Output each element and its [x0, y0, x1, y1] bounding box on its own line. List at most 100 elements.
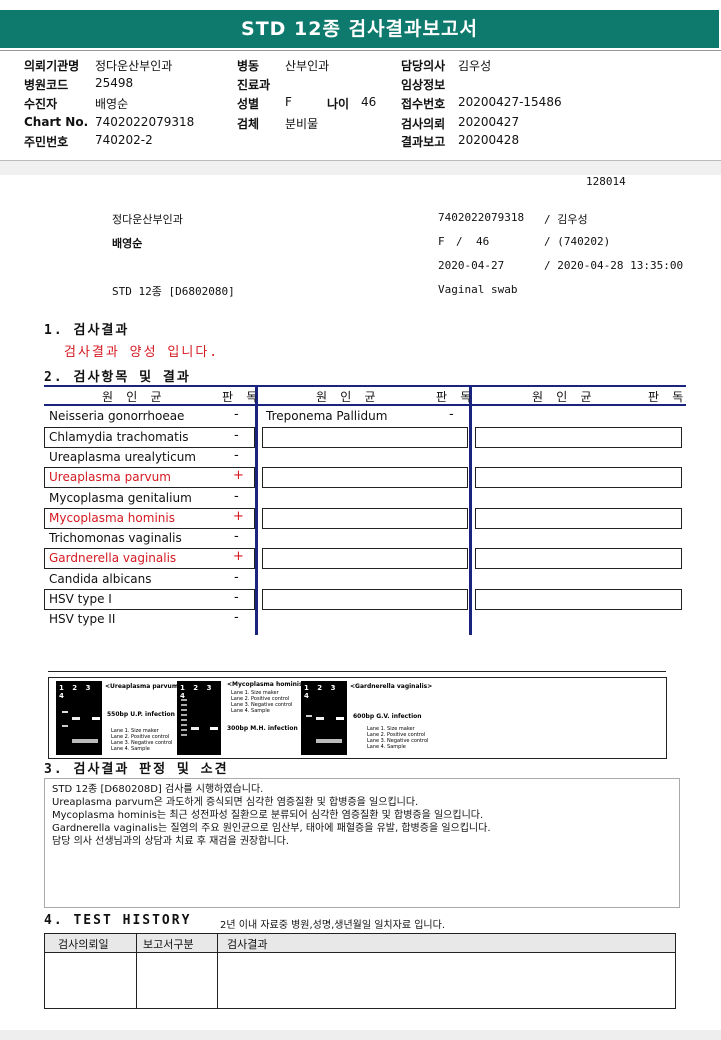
- section2-title: 2. 검사항목 및 결과: [44, 370, 191, 385]
- label-ward: 병동: [237, 59, 260, 73]
- report-title: STD 12종 검사결과보고서: [0, 10, 719, 48]
- table-top-rule: [44, 385, 686, 387]
- right-box-9: [475, 589, 682, 610]
- history-table: 검사의뢰일 보고서구분 검사결과: [44, 933, 676, 1009]
- col-result-1: 판 독: [222, 390, 261, 404]
- right-box-5: [475, 508, 682, 529]
- row-result-3: +: [233, 468, 244, 483]
- gel-band-label-2: 300bp M.H. infection: [227, 725, 298, 732]
- mid-box-9: [262, 589, 468, 610]
- row-name-4: Mycoplasma genitalium: [49, 491, 192, 505]
- section3-title: 3. 검사결과 판정 및 소견: [44, 762, 229, 777]
- row-name-8: Candida albicans: [49, 572, 152, 586]
- value-doctor: 김우성: [458, 59, 492, 73]
- history-col-result: 검사결과: [227, 938, 268, 951]
- history-header-row: [45, 934, 675, 953]
- gel-lanes-3: 1 2 3 4: [304, 684, 339, 700]
- history-col-date: 검사의뢰일: [58, 938, 109, 951]
- opinion-line: STD 12종 [D680208D] 검사를 시행하였습니다.: [52, 784, 264, 795]
- result-summary: 검사결과 양성 입니다.: [64, 345, 220, 360]
- opinion-line: 담당 의사 선생님과의 상담과 치료 후 재검을 권장합니다.: [52, 836, 290, 847]
- gel-band: [316, 717, 324, 720]
- gel-title-3: <Gardnerella vaginalis>: [350, 683, 433, 690]
- gel-image-1: 1 2 3 4: [56, 681, 102, 755]
- gel-band: [72, 739, 98, 743]
- label-age: 나이: [327, 97, 350, 111]
- label-department: 진료과: [237, 78, 271, 92]
- gel-band-label-3: 600bp G.V. infection: [353, 713, 422, 720]
- gel-band: [210, 727, 218, 730]
- gel-image-3: 1 2 3 4: [301, 681, 347, 755]
- label-report-date: 결과보고: [401, 135, 446, 149]
- right-box-3: [475, 467, 682, 488]
- label-hospital: 의뢰기관명: [24, 59, 80, 73]
- label-clinical-info: 임상정보: [401, 78, 446, 92]
- col-pathogen-1: 원 인 균: [102, 390, 165, 404]
- report-date-request: 2020-04-27: [438, 259, 505, 272]
- table-divider-right: [469, 385, 472, 635]
- value-specimen: 분비물: [285, 117, 319, 131]
- label-hospital-code: 병원코드: [24, 78, 69, 92]
- value-sex: F: [285, 95, 292, 109]
- value-ward: 산부인과: [285, 59, 330, 73]
- gel-legend-3: Lane 1. Size maker Lane 2. Positive cont…: [367, 726, 429, 750]
- label-receipt-no: 접수번호: [401, 97, 446, 111]
- gel-band-label-1: 550bp U.P. infection: [107, 711, 175, 718]
- history-col-divider: [217, 934, 218, 1008]
- col-pathogen-3: 원 인 균: [532, 390, 595, 404]
- mid-box-3: [262, 467, 468, 488]
- right-box-1: [475, 427, 682, 448]
- value-hospital-code: 25498: [95, 76, 134, 90]
- gel-lanes-1: 1 2 3 4: [59, 684, 94, 700]
- gel-band: [62, 725, 68, 727]
- row-name-7: Gardnerella vaginalis: [49, 551, 177, 565]
- report-birth: / (740202): [544, 235, 611, 248]
- row-name-3: Ureaplasma parvum: [49, 470, 171, 484]
- value-report-date: 20200428: [458, 133, 520, 147]
- mid-box-1: [262, 427, 468, 448]
- gel-title-1: <Ureaplasma parvum>: [105, 683, 184, 690]
- row-name-1: Chlamydia trachomatis: [49, 430, 189, 444]
- report-patient: 배영순: [112, 237, 143, 250]
- report-specimen: Vaginal swab: [438, 283, 518, 296]
- mid-box-5: [262, 508, 468, 529]
- gel-band: [92, 717, 100, 720]
- gel-band: [181, 699, 187, 739]
- label-sex: 성별: [237, 97, 260, 111]
- row-result-2: -: [234, 448, 239, 463]
- label-resident-no: 주민번호: [24, 135, 69, 149]
- row-result-8: -: [234, 570, 239, 585]
- row-result-6: -: [234, 529, 239, 544]
- report-slash: /: [456, 235, 463, 248]
- row-result-0: -: [234, 407, 239, 422]
- value-resident-no: 740202-2: [95, 133, 153, 147]
- gel-lanes-2: 1 2 3 4: [180, 684, 215, 700]
- gel-title-2: <Mycoplasma hominis>: [227, 681, 308, 688]
- gel-band: [191, 727, 199, 730]
- gel-band: [62, 711, 68, 713]
- gel-strip: 1 2 3 4 <Ureaplasma parvum> 550bp U.P. i…: [48, 677, 667, 759]
- value-age: 46: [361, 95, 377, 109]
- row-name-6: Trichomonas vaginalis: [49, 531, 182, 545]
- row-name-2: Ureaplasma urealyticum: [49, 450, 196, 464]
- value-request-date: 20200427: [458, 115, 520, 129]
- col-result-2: 판 독: [436, 390, 475, 404]
- label-doctor: 담당의사: [401, 59, 446, 73]
- value-chart-no: 7402022079318: [95, 115, 195, 129]
- opinion-line: Mycoplasma hominis는 최근 성전파성 질환으로 분류되어 심각…: [52, 810, 484, 821]
- value-receipt-no: 20200427-15486: [458, 95, 562, 109]
- row-name-9: HSV type I: [49, 592, 112, 606]
- mid-row-result-0: -: [449, 407, 454, 422]
- label-chart-no: Chart No.: [24, 115, 89, 129]
- opinion-line: Ureaplasma parvum은 과도하게 증식되면 심각한 염증질환 및 …: [52, 797, 419, 808]
- section1-title: 1. 검사결과: [44, 323, 130, 338]
- row-result-1: -: [234, 428, 239, 443]
- label-request-date: 검사의뢰: [401, 117, 446, 131]
- row-result-5: +: [233, 509, 244, 524]
- col-result-3: 판 독: [648, 390, 687, 404]
- mid-row-name-0: Treponema Pallidum: [266, 409, 388, 423]
- report-date-report: / 2020-04-28 13:35:00: [544, 259, 684, 272]
- row-result-9: -: [234, 590, 239, 605]
- gel-band: [336, 717, 344, 720]
- opinion-text: STD 12종 [D680208D] 검사를 시행하였습니다. Ureaplas…: [52, 783, 491, 848]
